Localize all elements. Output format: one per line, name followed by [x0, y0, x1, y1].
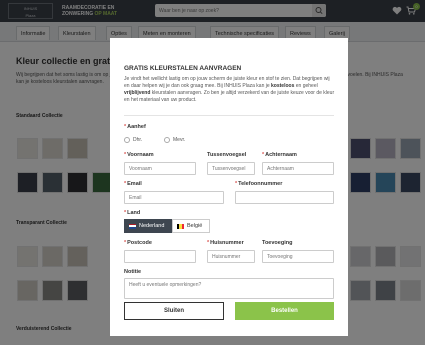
flag-be-icon	[177, 223, 184, 229]
postcode-field[interactable]	[124, 250, 196, 263]
radio-dhr-label: Dhr.	[133, 137, 143, 143]
tussenvoegsel-label: Tussenvoegsel	[207, 152, 247, 158]
aanhef-label: *Aanhef	[124, 124, 146, 130]
land-nederland-label: Nederland	[139, 223, 165, 229]
land-label: *Land	[124, 210, 141, 216]
modal-title: GRATIS KLEURSTALEN AANVRAGEN	[124, 65, 242, 72]
email-label: *Email	[124, 181, 142, 187]
voornaam-field[interactable]	[124, 162, 196, 175]
huisnummer-label: *Huisnummer	[207, 240, 244, 246]
notitie-label: Notitie	[124, 269, 142, 275]
notitie-field[interactable]	[124, 278, 334, 299]
telefoon-field[interactable]	[235, 191, 334, 204]
huisnummer-field[interactable]	[207, 250, 255, 263]
color-samples-modal: GRATIS KLEURSTALEN AANVRAGEN Je vindt he…	[110, 38, 348, 336]
achternaam-label: *Achternaam	[262, 152, 297, 158]
toevoeging-label: Toevoeging	[262, 240, 293, 246]
tussenvoegsel-field[interactable]	[207, 162, 255, 175]
radio-mevr[interactable]: Mevr.	[164, 137, 185, 143]
telefoon-label: *Telefoonnummer	[235, 181, 283, 187]
radio-mevr-label: Mevr.	[173, 137, 186, 143]
toevoeging-field[interactable]	[262, 250, 334, 263]
close-button[interactable]: Sluiten	[124, 302, 224, 320]
voornaam-label: *Voornaam	[124, 152, 154, 158]
achternaam-field[interactable]	[262, 162, 334, 175]
flag-nl-icon	[129, 223, 136, 229]
divider	[124, 115, 334, 116]
radio-dhr[interactable]: Dhr.	[124, 137, 142, 143]
postcode-label: *Postcode	[124, 240, 152, 246]
radio-dot	[124, 137, 130, 143]
order-button[interactable]: Bestellen	[235, 302, 334, 320]
modal-intro: Je vindt het wellicht lastig om op jouw …	[124, 76, 335, 103]
land-belgie-label: België	[187, 223, 203, 229]
email-field[interactable]	[124, 191, 224, 204]
land-option-nederland[interactable]: Nederland	[124, 219, 172, 233]
radio-dot	[164, 137, 170, 143]
land-option-belgie[interactable]: België	[172, 219, 210, 233]
